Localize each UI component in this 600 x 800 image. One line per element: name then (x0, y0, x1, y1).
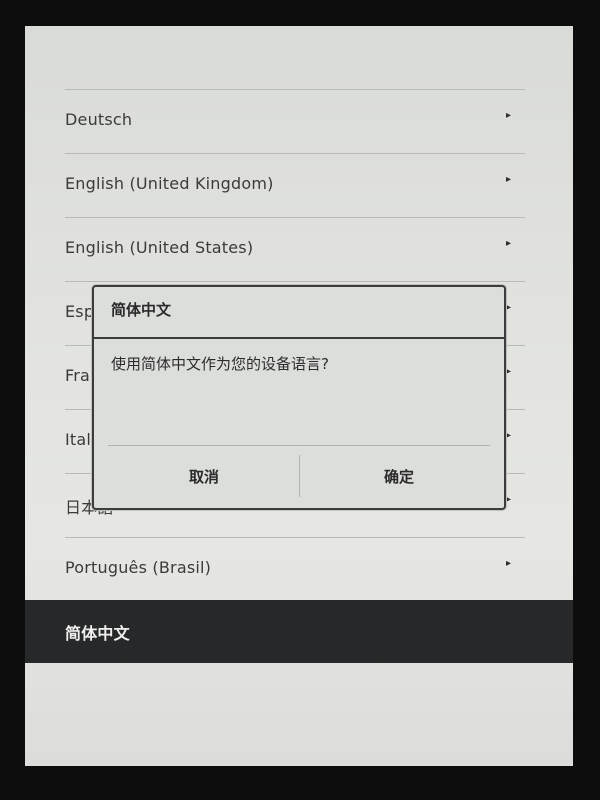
language-item-deutsch[interactable]: Deutsch ▸ (25, 90, 573, 153)
chevron-right-icon: ▸ (506, 110, 512, 121)
language-label: Português (Brasil) (65, 558, 212, 577)
language-label: Deutsch (65, 110, 133, 129)
chevron-right-icon: ▸ (506, 238, 512, 249)
language-label: English (United States) (65, 238, 254, 257)
chevron-right-icon: ▸ (506, 430, 512, 441)
screen: Deutsch ▸ English (United Kingdom) ▸ Eng… (25, 26, 573, 766)
language-item-english-uk[interactable]: English (United Kingdom) ▸ (25, 154, 573, 217)
chevron-right-icon: ▸ (506, 174, 512, 185)
language-label: English (United Kingdom) (65, 174, 274, 193)
chevron-right-icon: ▸ (506, 302, 512, 313)
cancel-button[interactable]: 取消 (109, 457, 299, 497)
chevron-right-icon: ▸ (506, 366, 512, 377)
language-item-portugues-brasil[interactable]: Português (Brasil) ▸ (25, 538, 573, 601)
confirm-language-dialog: 简体中文 使用简体中文作为您的设备语言? 取消 确定 (92, 285, 506, 510)
chevron-right-icon: ▸ (506, 494, 512, 505)
chevron-right-icon: ▸ (506, 558, 512, 569)
language-item-english-us[interactable]: English (United States) ▸ (25, 218, 573, 281)
confirm-button[interactable]: 确定 (304, 457, 494, 497)
button-divider (299, 455, 300, 497)
language-item-simplified-chinese[interactable]: 简体中文 (25, 600, 573, 663)
ereader-device: Deutsch ▸ English (United Kingdom) ▸ Eng… (0, 0, 600, 800)
dialog-divider (108, 445, 490, 446)
dialog-header: 简体中文 (94, 287, 504, 339)
dialog-message: 使用简体中文作为您的设备语言? (111, 355, 329, 373)
dialog-title: 简体中文 (111, 301, 172, 319)
language-label: 简体中文 (65, 624, 130, 643)
